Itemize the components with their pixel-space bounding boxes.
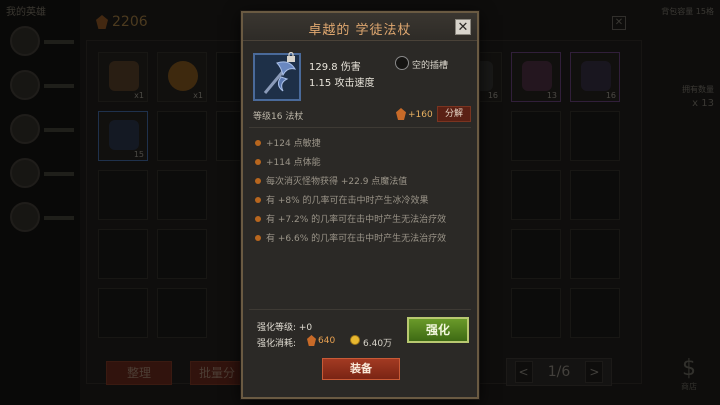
enhance-button[interactable]: 强化 — [407, 317, 469, 343]
salvage-value: +160 — [408, 110, 433, 120]
socket-label: 空的插槽 — [412, 61, 449, 71]
salvage-button[interactable]: 分解 — [437, 106, 471, 122]
gem-icon — [307, 335, 316, 346]
attack-speed-stat: 1.15 攻击速度 — [309, 78, 375, 89]
affix-item: +114 点体能 — [255, 155, 321, 168]
damage-stat: 129.8 伤害 — [309, 62, 361, 73]
item-level-type: 等级16 法杖 — [253, 112, 304, 122]
bullet-icon — [255, 177, 261, 184]
enhance-gem-cost: 640 — [318, 336, 336, 346]
bullet-icon — [255, 139, 261, 146]
item-name-title: 卓越的 学徒法杖 — [308, 23, 412, 38]
lock-icon[interactable] — [286, 52, 296, 62]
affix-item: 有 +7.2% 的几率可在击中时产生无法治疗效 — [255, 212, 446, 225]
enhance-gold-cost: 6.40万 — [363, 339, 393, 349]
equip-button[interactable]: 装备 — [322, 358, 400, 380]
socket-icon[interactable] — [395, 56, 409, 70]
gold-coin-icon — [350, 335, 360, 345]
bullet-icon — [255, 158, 261, 165]
bullet-icon — [255, 234, 261, 241]
enhance-section: 强化等级: +0 强化消耗: 640 6.40万 强化 — [249, 309, 471, 359]
affix-list: +124 点敏捷 +114 点体能 每次消灭怪物获得 +22.9 点魔法值 有 … — [249, 127, 471, 309]
gem-icon — [396, 108, 406, 120]
bullet-icon — [255, 215, 261, 222]
enhance-level: 强化等级: +0 — [257, 323, 313, 333]
item-detail-modal: 卓越的 学徒法杖 ✕ 129.8 伤害 1.15 攻击速度 空的插槽 等级16 … — [241, 11, 479, 399]
enhance-cost-label: 强化消耗: — [257, 339, 297, 349]
affix-item: 有 +6.6% 的几率可在击中时产生无法治疗效 — [255, 231, 446, 244]
modal-header: 卓越的 学徒法杖 ✕ — [243, 13, 477, 41]
affix-item: +124 点敏捷 — [255, 136, 321, 149]
affix-item: 有 +8% 的几率可在击中时产生冰冷效果 — [255, 193, 429, 206]
close-button[interactable]: ✕ — [455, 19, 471, 35]
bullet-icon — [255, 196, 261, 203]
affix-item: 每次消灭怪物获得 +22.9 点魔法值 — [255, 174, 407, 187]
